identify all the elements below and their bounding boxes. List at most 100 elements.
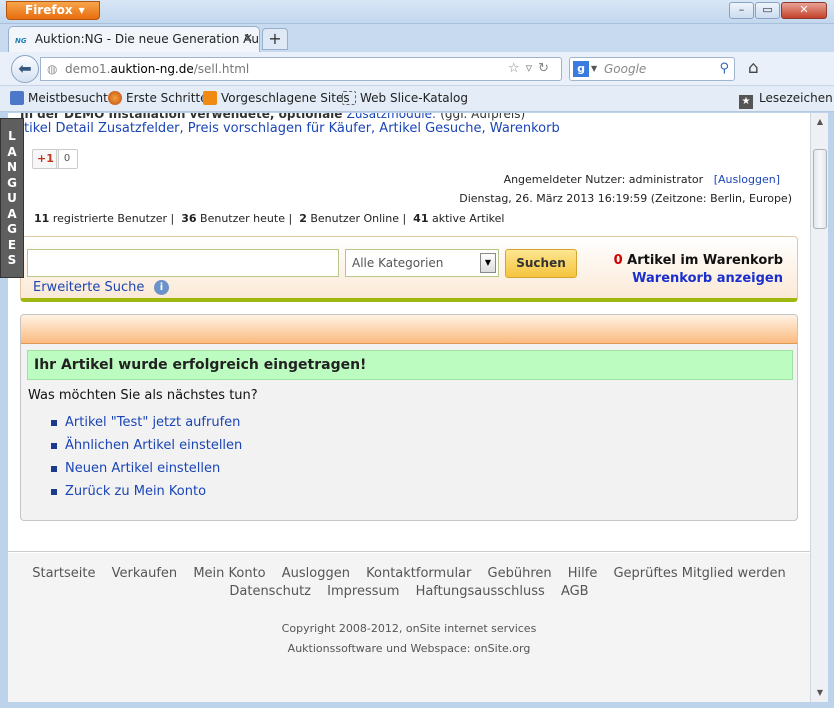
- bookmarks-menu-label: Lesezeichen: [759, 91, 833, 105]
- chevron-down-icon: ▼: [78, 6, 85, 15]
- plusone-count: 0: [56, 149, 78, 169]
- footer-link-startseite[interactable]: Startseite: [32, 566, 95, 581]
- star-icon[interactable]: ☆: [508, 61, 526, 76]
- bookmark-meistbesucht[interactable]: Meistbesucht: [10, 91, 108, 105]
- footer-link-ausloggen[interactable]: Ausloggen: [282, 566, 350, 581]
- footer: Startseite Verkaufen Mein Konto Auslogge…: [8, 553, 810, 702]
- scroll-thumb[interactable]: [813, 149, 827, 229]
- bookmark-label: Meistbesucht: [28, 91, 108, 105]
- action-new-article[interactable]: Neuen Artikel einstellen: [50, 457, 242, 480]
- stat-online-label: Benutzer Online: [310, 212, 399, 225]
- cart-label: Artikel im Warenkorb: [627, 253, 783, 268]
- window-frame-right: [828, 113, 834, 708]
- date-time: Dienstag, 26. März 2013 16:19:59 (Zeitzo…: [459, 192, 792, 205]
- footer-link-mein-konto[interactable]: Mein Konto: [193, 566, 265, 581]
- footer-link-kontakt[interactable]: Kontaktformular: [366, 566, 471, 581]
- action-similar-article[interactable]: Ähnlichen Artikel einstellen: [50, 434, 242, 457]
- demo-modules-line: In der DEMO Installation verwendete, opt…: [20, 113, 525, 121]
- panel-header: [21, 315, 797, 344]
- search-icon[interactable]: ⚲: [719, 58, 729, 80]
- footer-link-gebuehren[interactable]: Gebühren: [488, 566, 552, 581]
- logout-link[interactable]: [Ausloggen]: [714, 173, 780, 186]
- reload-icon[interactable]: ↻: [538, 61, 555, 76]
- dropdown-icon[interactable]: ▿: [526, 61, 539, 76]
- tab-strip: NG Auktion:NG - Die neue Generation Aukt…: [0, 24, 834, 52]
- languages-letter: A: [7, 144, 17, 159]
- page-viewport: In der DEMO Installation verwendete, opt…: [8, 113, 810, 702]
- footer-link-verkaufen[interactable]: Verkaufen: [112, 566, 178, 581]
- bookmark-label: Erste Schritte: [126, 91, 208, 105]
- search-input[interactable]: [27, 249, 339, 277]
- cart-count: 0: [613, 253, 623, 268]
- bookmarks-toolbar: Meistbesucht Erste Schritte Vorgeschlage…: [0, 86, 834, 112]
- languages-letter: N: [6, 160, 18, 174]
- bookmark-vorgeschlagene-sites[interactable]: Vorgeschlagene Sites: [203, 91, 350, 105]
- copyright: Copyright 2008-2012, onSite internet ser…: [281, 622, 537, 635]
- stat-active-label: aktive Artikel: [431, 212, 505, 225]
- back-button[interactable]: ⬅: [11, 55, 39, 83]
- languages-letter: U: [7, 191, 17, 205]
- tab-title: Auktion:NG - Die neue Generation Aukt...: [34, 32, 260, 46]
- languages-letter: G: [7, 222, 17, 236]
- result-panel: Ihr Artikel wurde erfolgreich eingetrage…: [20, 314, 798, 521]
- url-domain: auktion-ng.de: [110, 62, 194, 76]
- languages-letter: L: [8, 129, 16, 143]
- url-path: /sell.html: [193, 62, 250, 76]
- footer-link-hilfe[interactable]: Hilfe: [568, 566, 598, 581]
- footer-link-haftung[interactable]: Haftungsausschluss: [416, 584, 545, 599]
- success-message: Ihr Artikel wurde erfolgreich eingetrage…: [27, 350, 793, 380]
- lightbulb-icon: [203, 91, 217, 105]
- category-select[interactable]: Alle Kategorien ▼: [345, 249, 499, 277]
- feature-links[interactable]: tikel Detail Zusatzfelder, Preis vorschl…: [24, 121, 560, 136]
- url-bar[interactable]: ◍ demo1.auktion-ng.de/sell.html ☆▿↻: [40, 57, 562, 81]
- action-back-account[interactable]: Zurück zu Mein Konto: [50, 480, 242, 503]
- software-credit[interactable]: Auktionssoftware und Webspace: onSite.or…: [8, 642, 810, 655]
- engine-dropdown-icon[interactable]: ▼: [591, 58, 597, 80]
- stat-active-count: 41: [413, 212, 429, 225]
- footer-link-impressum[interactable]: Impressum: [327, 584, 399, 599]
- modules-link[interactable]: Zusatzmodule:: [347, 113, 436, 121]
- vertical-scrollbar[interactable]: ▲ ▼: [810, 113, 828, 702]
- footer-link-agb[interactable]: AGB: [561, 584, 589, 599]
- home-icon[interactable]: ⌂: [748, 58, 759, 78]
- user-stats: 11 registrierte Benutzer | 36 Benutzer h…: [34, 212, 505, 225]
- bookmark-label: Vorgeschlagene Sites: [221, 91, 350, 105]
- user-label: Angemeldeter Nutzer: administrator: [503, 173, 704, 186]
- stat-registered-label: registrierte Benutzer: [52, 212, 168, 225]
- bookmark-erste-schritte[interactable]: Erste Schritte: [108, 91, 208, 105]
- tab-auktion[interactable]: NG Auktion:NG - Die neue Generation Aukt…: [8, 26, 260, 52]
- modules-suffix: (ggf. Aufpreis): [440, 113, 526, 121]
- bookmark-web-slice[interactable]: Web Slice-Katalog: [342, 91, 468, 105]
- web-slice-icon: [342, 91, 356, 105]
- search-engine-box[interactable]: g ▼ Google ⚲: [569, 57, 735, 81]
- google-icon[interactable]: g: [573, 61, 589, 77]
- logged-in-user: Angemeldeter Nutzer: administrator [Ausl…: [504, 173, 780, 186]
- folder-icon: [10, 91, 24, 105]
- next-actions-list: Artikel "Test" jetzt aufrufen Ähnlichen …: [50, 411, 242, 503]
- scroll-down-icon[interactable]: ▼: [813, 686, 827, 700]
- search-button[interactable]: Suchen: [505, 249, 577, 278]
- stat-today-label: Benutzer heute: [200, 212, 285, 225]
- action-view-article[interactable]: Artikel "Test" jetzt aufrufen: [50, 411, 242, 434]
- scroll-up-icon[interactable]: ▲: [813, 115, 827, 129]
- new-tab-button[interactable]: +: [262, 28, 288, 50]
- cart-summary: 0 Artikel im Warenkorb: [614, 253, 783, 268]
- globe-icon: ◍: [47, 62, 58, 76]
- minimize-button[interactable]: –: [729, 2, 754, 19]
- bookmarks-menu[interactable]: ★ Lesezeichen: [739, 91, 833, 109]
- info-icon[interactable]: i: [154, 280, 169, 295]
- languages-letter: S: [7, 253, 17, 267]
- advanced-search-link[interactable]: Erweiterte Suche: [33, 280, 144, 295]
- firefox-menu-button[interactable]: Firefox ▼: [6, 1, 100, 20]
- close-window-button[interactable]: ✕: [781, 2, 827, 19]
- chevron-down-icon[interactable]: ▼: [480, 253, 496, 273]
- languages-tab[interactable]: L A N G U A G E S: [0, 118, 24, 278]
- search-placeholder: Google: [604, 62, 647, 76]
- view-cart-link[interactable]: Warenkorb anzeigen: [632, 271, 783, 286]
- footer-link-mitglied[interactable]: Geprüftes Mitglied werden: [613, 566, 785, 581]
- footer-link-datenschutz[interactable]: Datenschutz: [229, 584, 311, 599]
- firefox-menu-label: Firefox: [25, 3, 73, 17]
- close-tab-icon[interactable]: ✕: [243, 31, 253, 45]
- maximize-button[interactable]: ▭: [755, 2, 780, 19]
- google-plusone-button[interactable]: +1: [32, 149, 59, 169]
